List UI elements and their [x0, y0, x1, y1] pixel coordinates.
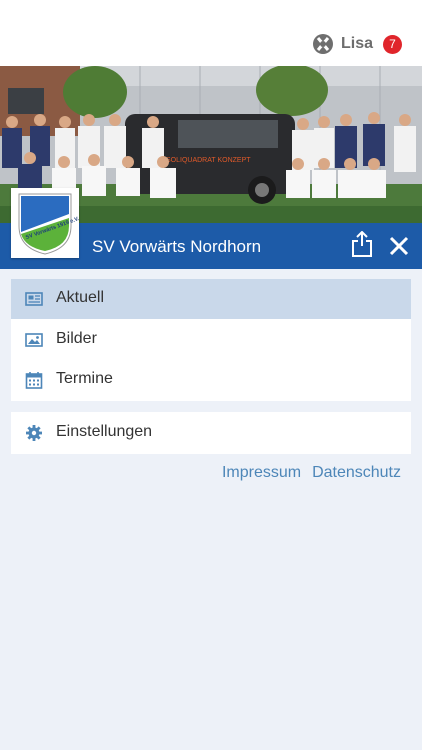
notification-badge[interactable]: 7 [383, 34, 402, 54]
top-bar: Lisa 7 [0, 0, 422, 66]
datenschutz-link[interactable]: Datenschutz [312, 464, 401, 482]
calendar-icon [25, 372, 43, 389]
image-icon [25, 333, 43, 347]
share-icon[interactable] [351, 231, 373, 257]
menu-item-label: Einstellungen [56, 423, 153, 440]
menu-item-termine[interactable]: Termine [11, 360, 411, 400]
footer-links: Impressum Datenschutz [211, 464, 401, 482]
menu-item-label: Aktuell [56, 289, 105, 306]
settings-card: Einstellungen [11, 412, 411, 454]
newspaper-icon [25, 292, 43, 306]
menu-list: Aktuell Bilder Termine [11, 279, 411, 401]
menu-item-label: Bilder [56, 330, 97, 347]
app-logo-icon [312, 34, 333, 54]
club-crest: SV Vorwärts 1919 e.V. [11, 188, 79, 258]
van-advert-text: SOLIQUADRAT KONZEPT [166, 157, 251, 164]
menu-item-label: Termine [56, 370, 113, 387]
user-account[interactable]: Lisa 7 [312, 33, 402, 55]
menu-item-bilder[interactable]: Bilder [11, 320, 411, 360]
gear-icon [26, 425, 42, 441]
user-name: Lisa [340, 35, 373, 52]
impressum-link[interactable]: Impressum [222, 464, 301, 482]
menu-item-aktuell[interactable]: Aktuell [11, 279, 411, 319]
menu-item-einstellungen[interactable]: Einstellungen [11, 413, 411, 453]
close-icon[interactable] [389, 236, 409, 256]
club-name: SV Vorwärts Nordhorn [92, 237, 262, 256]
